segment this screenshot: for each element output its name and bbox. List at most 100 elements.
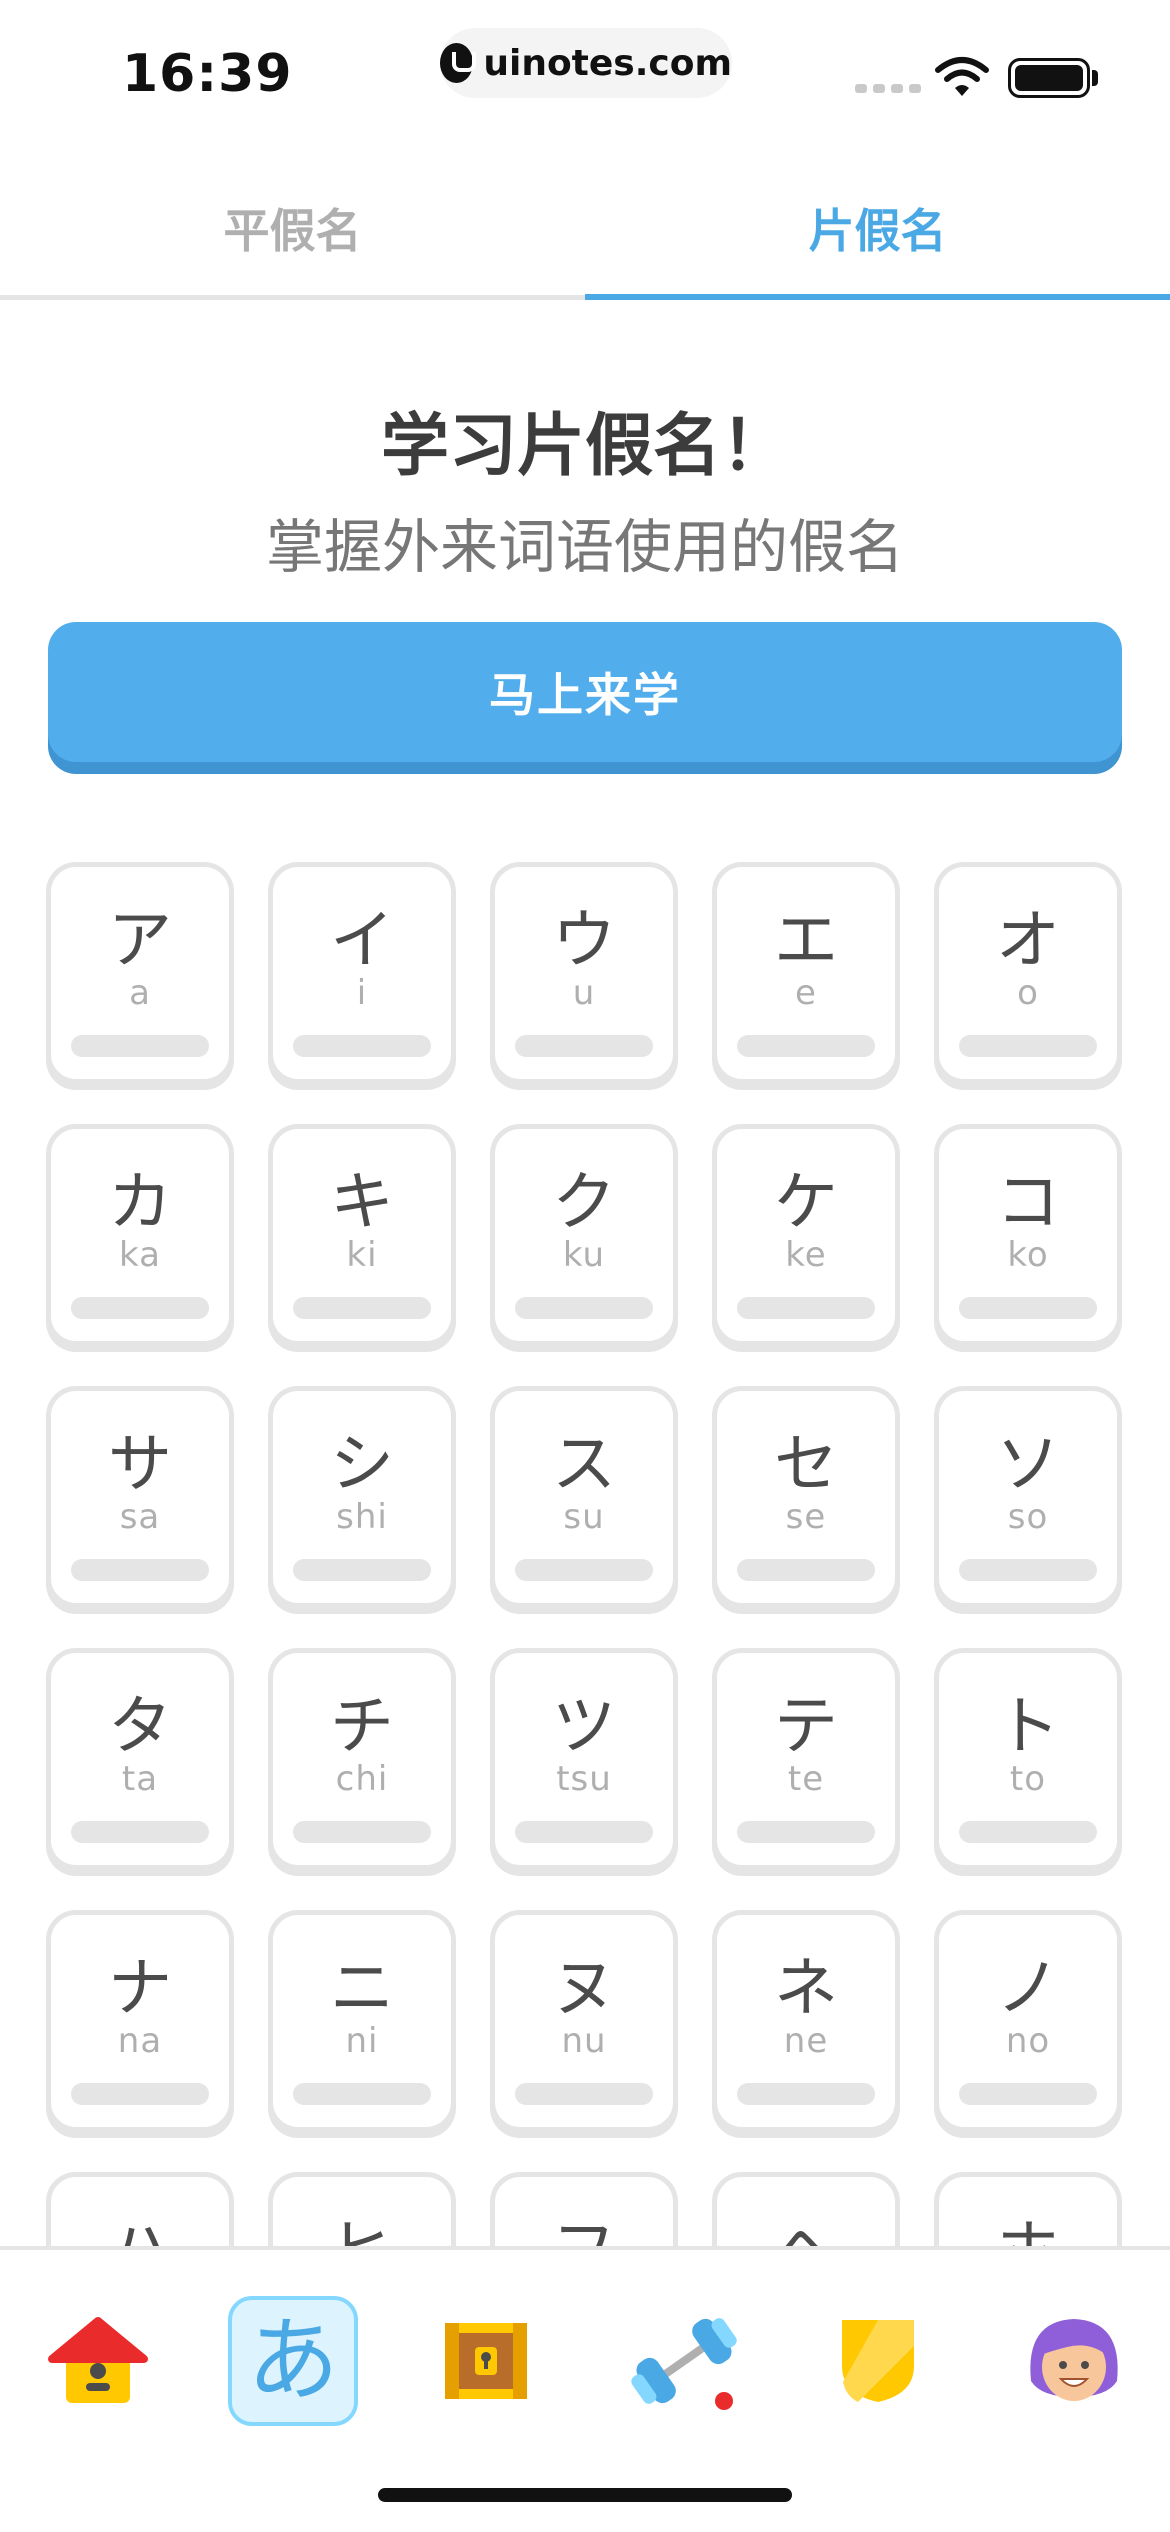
kana-character: ネ (774, 1952, 838, 2026)
kana-card[interactable]: カ ka (46, 1124, 234, 1346)
dumbbell-icon (631, 2318, 737, 2410)
kana-romaji: te (787, 1759, 825, 1799)
kana-character: ノ (996, 1952, 1060, 2026)
treasure-chest-icon (445, 2323, 527, 2399)
kana-card[interactable]: ツ tsu (490, 1648, 678, 1870)
kana-card[interactable]: ヒ (268, 2172, 456, 2246)
kana-character: ヌ (552, 1952, 616, 2026)
kana-card[interactable]: ナ na (46, 1910, 234, 2132)
kana-card[interactable]: チ chi (268, 1648, 456, 1870)
wifi-icon (935, 57, 989, 96)
kana-card[interactable]: オo (934, 862, 1122, 1084)
kana-romaji: i (356, 973, 368, 1013)
script-tabs: 平假名 片假名 (0, 160, 1170, 300)
tab-hiragana[interactable]: 平假名 (0, 160, 585, 295)
kana-card[interactable]: エe (712, 862, 900, 1084)
kana-card[interactable]: ス su (490, 1386, 678, 1608)
kana-card[interactable]: コ ko (934, 1124, 1122, 1346)
kana-card[interactable]: セ se (712, 1386, 900, 1608)
kana-progress-bar (959, 2083, 1097, 2105)
kana-card[interactable]: フ (490, 2172, 678, 2246)
kana-romaji: se (785, 1497, 827, 1537)
kana-character: ハ (51, 2199, 229, 2246)
kana-card[interactable]: ホ (934, 2172, 1122, 2246)
kana-card[interactable]: ク ku (490, 1124, 678, 1346)
kana-character: ト (996, 1690, 1060, 1764)
kana-romaji: tsu (556, 1759, 612, 1799)
kana-card[interactable]: ソ so (934, 1386, 1122, 1608)
kana-romaji: ke (785, 1235, 827, 1275)
kana-card[interactable]: ニ ni (268, 1910, 456, 2132)
kana-character: ヒ (273, 2199, 451, 2246)
kana-character: カ (108, 1166, 172, 1240)
kana-character: ツ (552, 1690, 616, 1764)
kana-card[interactable]: ト to (934, 1648, 1122, 1870)
kana-card[interactable]: ヘ (712, 2172, 900, 2246)
kana-progress-bar (515, 1821, 653, 1843)
kana-card[interactable]: ケ ke (712, 1124, 900, 1346)
nav-profile[interactable] (1009, 2296, 1139, 2426)
nav-kana[interactable]: あ (228, 2296, 358, 2426)
kana-progress-bar (959, 1297, 1097, 1319)
kana-progress-bar (737, 1035, 875, 1057)
shield-icon (842, 2320, 914, 2402)
battery-icon (1008, 58, 1090, 98)
kana-romaji: su (563, 1497, 605, 1537)
kana-card[interactable]: サ sa (46, 1386, 234, 1608)
kana-character: エ (774, 904, 838, 978)
kana-card[interactable]: ハ (46, 2172, 234, 2246)
kana-progress-bar (737, 2083, 875, 2105)
kana-card[interactable]: シ shi (268, 1386, 456, 1608)
kana-character: テ (774, 1690, 838, 1764)
home-indicator[interactable] (378, 2488, 792, 2502)
kana-progress-bar (293, 1559, 431, 1581)
kana-card[interactable]: ヌ nu (490, 1910, 678, 2132)
kana-character: サ (108, 1428, 172, 1502)
kana-romaji: to (1009, 1759, 1047, 1799)
kana-card[interactable]: イi (268, 862, 456, 1084)
kana-card[interactable]: テ te (712, 1648, 900, 1870)
url-pill[interactable]: uinotes.com (440, 28, 732, 98)
kana-progress-bar (293, 2083, 431, 2105)
kana-card[interactable]: キ ki (268, 1124, 456, 1346)
kana-romaji: ki (346, 1235, 378, 1275)
kana-romaji: e (795, 973, 817, 1013)
avatar-icon (1030, 2319, 1118, 2401)
nav-practice[interactable] (619, 2296, 749, 2426)
kana-character: チ (330, 1690, 394, 1764)
kana-romaji: ta (121, 1759, 159, 1799)
kana-card[interactable]: ノ no (934, 1910, 1122, 2132)
kana-character: セ (774, 1428, 838, 1502)
kana-progress-bar (515, 1559, 653, 1581)
url-text: uinotes.com (483, 42, 732, 84)
kana-progress-bar (959, 1821, 1097, 1843)
kana-romaji: na (117, 2021, 163, 2061)
kana-romaji: ku (562, 1235, 606, 1275)
kana-romaji: shi (336, 1497, 388, 1537)
kana-card[interactable]: ウu (490, 862, 678, 1084)
kana-progress-bar (959, 1559, 1097, 1581)
tab-katakana[interactable]: 片假名 (585, 160, 1170, 300)
site-logo-icon (440, 43, 477, 83)
kana-romaji: ka (119, 1235, 161, 1275)
kana-card[interactable]: タ ta (46, 1648, 234, 1870)
kana-card[interactable]: アa (46, 862, 234, 1084)
cellular-signal-icon (855, 84, 921, 93)
kana-character: ホ (939, 2199, 1117, 2246)
kana-progress-bar (737, 1821, 875, 1843)
kana-progress-bar (737, 1297, 875, 1319)
start-learning-button[interactable]: 马上来学 (48, 622, 1122, 762)
nav-chest[interactable] (421, 2296, 551, 2426)
kana-progress-bar (71, 1559, 209, 1581)
home-icon (48, 2317, 148, 2403)
nav-leagues[interactable] (813, 2296, 943, 2426)
kana-character: ヘ (717, 2199, 895, 2246)
kana-romaji: a (129, 973, 151, 1013)
kana-card[interactable]: ネ ne (712, 1910, 900, 2132)
kana-character: コ (996, 1166, 1060, 1240)
kana-character: ス (552, 1428, 616, 1502)
kana-progress-bar (515, 1297, 653, 1319)
kana-progress-bar (293, 1821, 431, 1843)
kana-character: シ (330, 1428, 394, 1502)
nav-home[interactable] (33, 2296, 163, 2426)
